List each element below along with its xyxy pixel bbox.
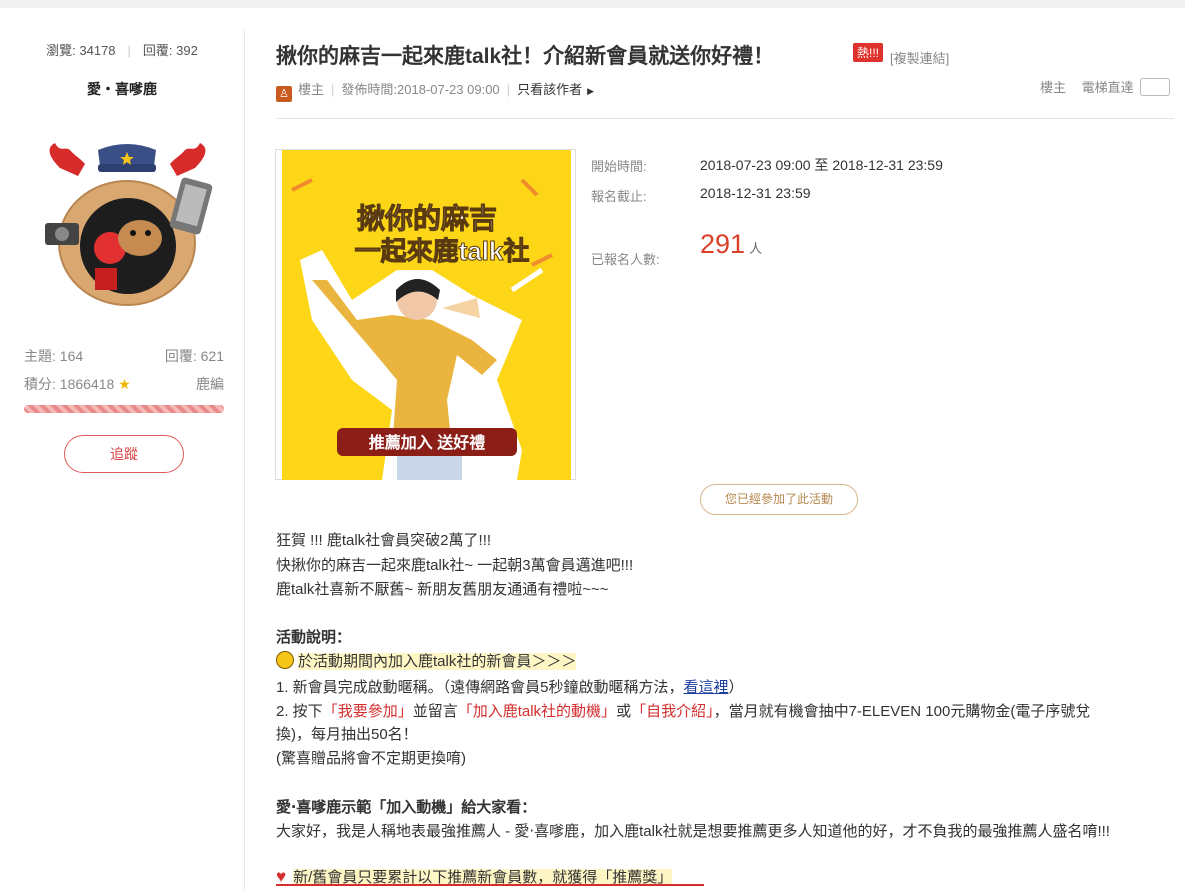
highlight-line-1: 於活動期間內加入鹿talk社的新會員＞＞＞ bbox=[276, 650, 577, 671]
sidebar-divider bbox=[244, 30, 245, 890]
user-view-stats: 瀏覽: 34178 | 回覆: 392 bbox=[46, 43, 198, 58]
signup-count-value: 291 bbox=[700, 229, 746, 259]
follow-button[interactable]: 追蹤 bbox=[64, 435, 184, 473]
poster-cta-text: 推薦加入 送好禮 bbox=[369, 433, 485, 452]
joined-event-button[interactable]: 您已經參加了此活動 bbox=[700, 484, 858, 515]
user-rank: 鹿編 bbox=[196, 376, 224, 392]
publish-time: 發佈時間:2018-07-23 09:00 bbox=[341, 82, 500, 97]
body-line-3: 鹿talk社喜新不厭舊~ 新朋友舊朋友通通有禮啦~~~ bbox=[276, 581, 609, 598]
signup-count-label: 已報名人數: bbox=[591, 252, 660, 267]
highlight-text-1: 於活動期間內加入鹿talk社的新會員＞＞＞ bbox=[298, 653, 577, 670]
demo-text: 大家好，我是人稱地表最強推薦人 - 愛‧喜嗲鹿，加入鹿talk社就是想要推薦更多… bbox=[276, 823, 1110, 840]
hot-badge: 熱!!! bbox=[853, 43, 884, 62]
post-meta: ♙ 樓主 | 發佈時間:2018-07-23 09:00 | 只看該作者 ▶ bbox=[276, 79, 594, 102]
step-2-text-b: 並留言 bbox=[412, 703, 458, 720]
views-count: 瀏覽: 34178 bbox=[46, 43, 116, 58]
topics-count: 主題: 164 bbox=[24, 348, 84, 364]
post-title: 揪你的麻吉一起來鹿talk社！介紹新會員就送你好禮！ bbox=[276, 45, 775, 68]
header-divider bbox=[276, 118, 1174, 119]
poster-illustration: 推薦加入 送好禮 揪你的麻吉 一起來鹿talk社 bbox=[291, 178, 553, 480]
reply-total: 回覆: 621 bbox=[164, 348, 224, 364]
step-1-text: 1. 新會員完成啟動暱稱。（遠傳網路會員5秒鐘啟動暱稱方法， bbox=[276, 679, 684, 696]
elevator-label: 電梯直達 bbox=[1081, 80, 1134, 95]
replies-count: 回覆: 392 bbox=[142, 43, 198, 58]
section-title: 活動說明： bbox=[276, 629, 352, 646]
signup-count: 291 人 bbox=[700, 229, 762, 260]
copy-link-button[interactable]: [複製連結] bbox=[890, 48, 949, 67]
step-2-intro-text: 「自我介紹」 bbox=[631, 703, 714, 720]
floor-tool-label: 樓主 bbox=[1040, 80, 1067, 95]
gift-note: (驚喜贈品將會不定期更換唷) bbox=[276, 750, 466, 767]
step-2-motive-text: 「加入鹿talk社的動機」 bbox=[457, 703, 617, 720]
caret-right-icon: ▶ bbox=[587, 86, 594, 96]
username[interactable]: 愛・喜嗲鹿 bbox=[0, 79, 244, 99]
start-time-value: 2018-07-23 09:00 至 2018-12-31 23:59 bbox=[700, 157, 943, 173]
step-1: 1. 新會員完成啟動暱稱。（遠傳網路會員5秒鐘啟動暱稱方法，看這裡） bbox=[276, 676, 744, 697]
deadline-label: 報名截止: bbox=[591, 189, 647, 204]
floor-icon: ♙ bbox=[276, 86, 292, 102]
level-progress-bar bbox=[24, 405, 224, 413]
post-tools: 樓主 電梯直達 bbox=[1040, 77, 1170, 96]
user-stats-row-1: 主題: 164 回覆: 621 bbox=[24, 346, 224, 366]
points-count: 積分: 1866418 bbox=[24, 376, 115, 392]
see-here-link[interactable]: 看這裡 bbox=[684, 679, 729, 696]
step-2: 2. 按下「我要參加」並留言「加入鹿talk社的動機」或「自我介紹」，當月就有機… bbox=[276, 700, 1090, 721]
top-bar bbox=[0, 0, 1185, 8]
deadline-value: 2018-12-31 23:59 bbox=[700, 185, 811, 201]
author-only-link[interactable]: 只看該作者 bbox=[517, 82, 582, 97]
demo-title: 愛‧喜嗲鹿示範「加入動機」給大家看： bbox=[276, 799, 537, 816]
step-2-text-a: 2. 按下 bbox=[276, 703, 323, 720]
elevator-input[interactable] bbox=[1139, 78, 1170, 96]
body-line-1: 狂賀 !!! 鹿talk社會員突破2萬了!!! bbox=[276, 532, 492, 549]
event-poster[interactable]: 推薦加入 送好禮 揪你的麻吉 一起來鹿talk社 bbox=[275, 149, 576, 480]
step-2-text-d: ，當月就有機會抽中7-ELEVEN 100元購物金(電子序號兌 bbox=[713, 703, 1091, 720]
step-1-close: ） bbox=[728, 679, 744, 696]
highlight-underline bbox=[276, 884, 704, 886]
body-line-2: 快揪你的麻吉一起來鹿talk社~ 一起朝3萬會員邁進吧!!! bbox=[276, 557, 634, 574]
user-avatar[interactable] bbox=[40, 138, 215, 310]
step-2-join-text: 「我要參加」 bbox=[322, 703, 413, 720]
user-stats-row-2: 積分: 1866418 ★ 鹿編 bbox=[24, 374, 224, 394]
poster-headline-1: 揪你的麻吉 bbox=[357, 202, 497, 234]
grin-emoji-icon bbox=[276, 651, 294, 669]
star-icon: ★ bbox=[118, 376, 131, 392]
start-time-label: 開始時間: bbox=[591, 159, 647, 174]
floor-label: 樓主 bbox=[298, 82, 325, 97]
step-2-text-c: 或 bbox=[616, 703, 632, 720]
signup-count-unit: 人 bbox=[749, 241, 763, 256]
step-2-cont: 換)，每月抽出50名！ bbox=[276, 726, 418, 743]
poster-headline-2: 一起來鹿talk社 bbox=[355, 236, 530, 266]
